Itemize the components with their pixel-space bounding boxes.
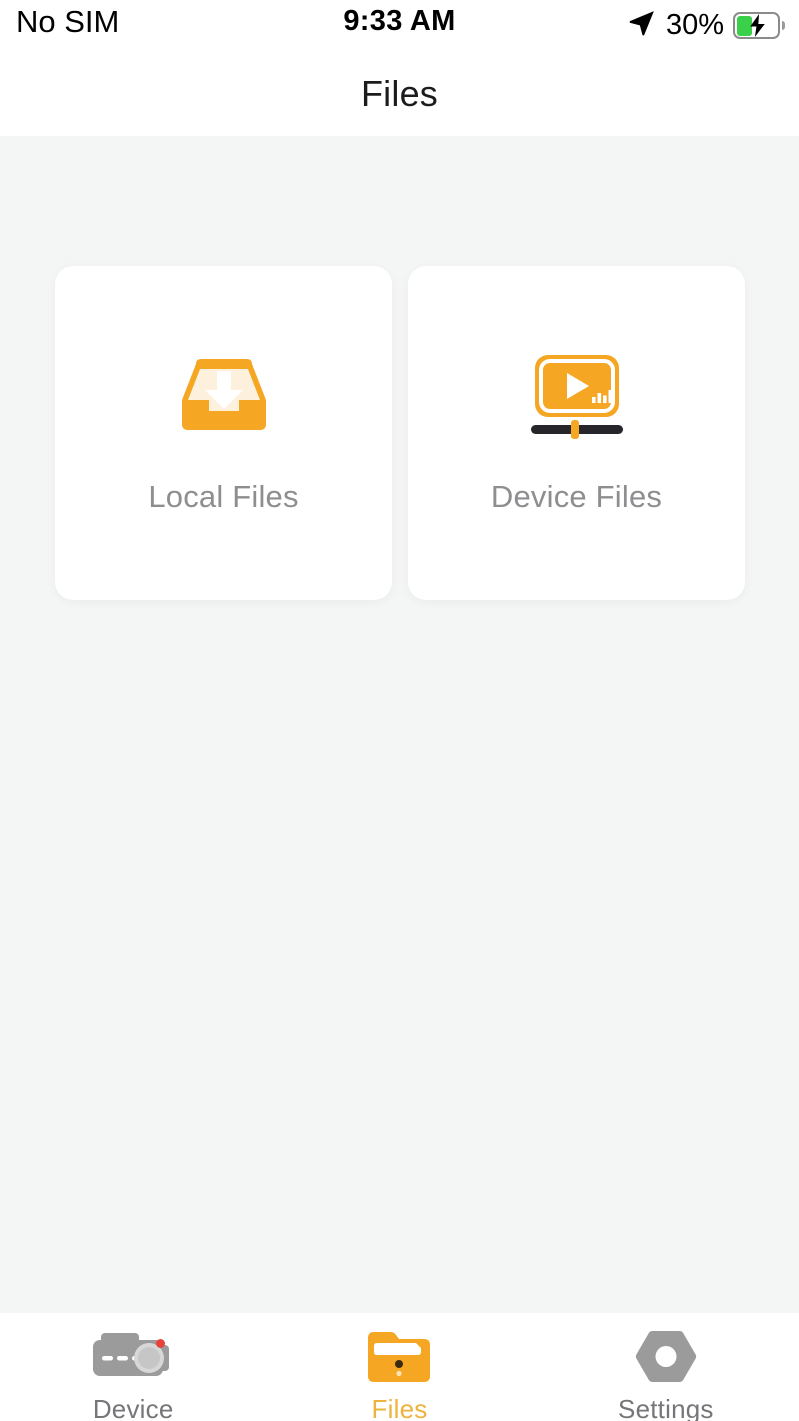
dashcam-icon [87,1329,179,1385]
nav-bar: Files [0,52,799,136]
inbox-download-icon [176,337,272,457]
tab-bar: Device Files Settings [0,1313,799,1421]
hex-nut-icon [635,1329,697,1385]
tab-files-label: Files [371,1394,428,1421]
video-player-icon [526,337,628,457]
file-source-cards: Local Files Device Files [55,266,745,600]
page-title: Files [360,73,438,114]
tab-files[interactable]: Files [266,1313,532,1421]
tab-settings[interactable]: Settings [533,1313,799,1421]
folder-icon [364,1329,434,1385]
card-local-files-label: Local Files [148,479,299,514]
tab-device-label: Device [92,1394,174,1421]
tab-device[interactable]: Device [0,1313,266,1421]
card-device-files[interactable]: Device Files [408,266,745,600]
location-arrow-icon [627,8,657,43]
tab-settings-label: Settings [618,1394,714,1421]
status-bar-right: 30% [627,8,785,43]
app-screen: No SIM 9:33 AM 30% Files Local Files Dev… [0,0,799,1421]
card-local-files[interactable]: Local Files [55,266,392,600]
battery-charging-icon [733,12,785,39]
card-device-files-label: Device Files [490,479,663,514]
status-bar: No SIM 9:33 AM 30% [0,0,799,52]
content-area: Local Files Device Files [0,136,799,1313]
battery-percent-label: 30% [665,9,724,41]
